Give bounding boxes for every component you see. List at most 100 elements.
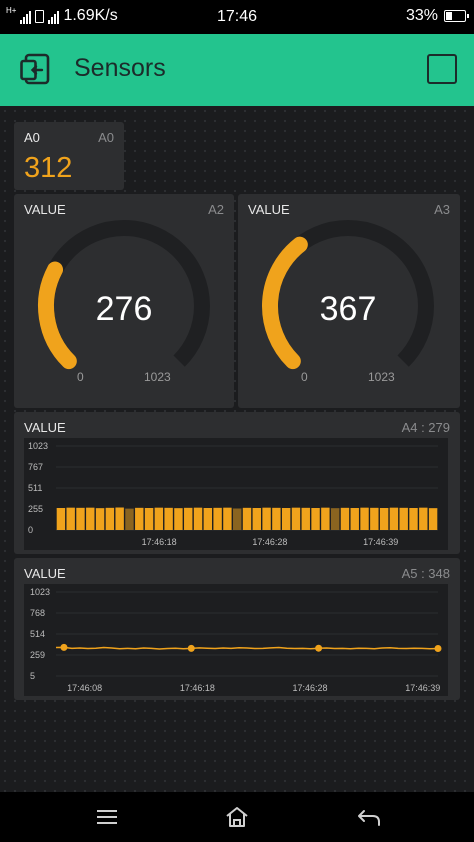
x-tick-label: 17:46:18 <box>142 537 177 547</box>
bar <box>272 507 281 530</box>
menu-button[interactable] <box>94 805 120 829</box>
widget-label: VALUE <box>24 566 66 581</box>
bar <box>174 508 183 530</box>
data-point <box>60 643 68 651</box>
y-tick-label: 767 <box>28 462 43 472</box>
x-tick-label: 17:46:39 <box>405 683 440 693</box>
status-time: 17:46 <box>216 8 258 25</box>
x-tick-label: 17:46:39 <box>363 537 398 547</box>
y-tick-label: 514 <box>30 629 45 639</box>
chart-area: 1023 767 511 255 0 17:46:18 17:46:28 17:46:39 <box>24 438 448 550</box>
y-tick-label: 768 <box>30 608 45 618</box>
bar <box>223 507 232 530</box>
gauge-value: 276 <box>95 290 153 328</box>
bar <box>115 507 124 530</box>
status-bar: H+ 1.69K/s 17:46 33% <box>0 0 474 34</box>
bar <box>144 507 154 530</box>
bar <box>262 507 271 530</box>
home-button[interactable] <box>224 805 250 829</box>
gauge-max: 1023 <box>144 370 171 384</box>
bar <box>56 507 66 530</box>
gauge-min: 0 <box>301 370 308 384</box>
bar <box>370 507 379 530</box>
x-tick-label: 17:46:28 <box>293 683 328 693</box>
x-tick-label: 17:46:28 <box>252 537 287 547</box>
bar <box>389 507 399 530</box>
widget-label: A0 <box>24 130 40 145</box>
bar <box>193 507 203 530</box>
bar <box>213 507 222 530</box>
play-stop-button[interactable] <box>427 54 457 84</box>
bar <box>409 507 418 530</box>
series-line <box>55 646 439 650</box>
y-tick-label: 5 <box>30 671 35 681</box>
bar <box>428 508 438 530</box>
bar <box>135 507 144 530</box>
bar <box>66 507 75 530</box>
bar <box>233 508 242 530</box>
widget-pin: A5 : 348 <box>401 566 450 581</box>
gauge-min: 0 <box>77 370 84 384</box>
data-point <box>187 644 195 652</box>
widget-label: VALUE <box>24 420 66 435</box>
bar <box>252 507 261 530</box>
bar <box>301 507 310 530</box>
bar <box>360 507 369 530</box>
bar <box>203 507 213 530</box>
bar <box>321 507 330 530</box>
data-point <box>315 644 323 652</box>
widget-pin: A4 : 279 <box>401 420 450 435</box>
gauge-max: 1023 <box>368 370 395 384</box>
gauge-widget[interactable]: VALUE A3 367 0 1023 <box>238 194 460 408</box>
bar <box>291 507 301 530</box>
widget-pin: A0 <box>98 130 114 145</box>
bar <box>154 507 164 530</box>
y-tick-label: 1023 <box>28 441 48 451</box>
y-tick-label: 0 <box>28 525 33 535</box>
battery-percent: 33% <box>405 7 438 24</box>
bar <box>340 507 350 530</box>
line-chart: 1023 768 514 259 5 17:46:08 17:46:18 17:46:28 17… <box>30 587 442 693</box>
battery-icon <box>444 10 469 22</box>
bar <box>164 507 173 530</box>
bar <box>86 507 95 530</box>
back-button[interactable] <box>356 805 382 829</box>
system-nav-bar <box>0 792 474 842</box>
app-header: Sensors <box>0 34 474 106</box>
bar <box>105 507 115 530</box>
gauge-value: 367 <box>319 290 377 328</box>
data-point <box>434 645 442 653</box>
x-tick-label: 17:46:18 <box>180 683 215 693</box>
bar <box>350 507 359 530</box>
y-tick-label: 1023 <box>30 587 50 597</box>
bar <box>281 507 291 530</box>
bar <box>399 507 408 530</box>
bar-chart: 1023 767 511 255 0 17:46:18 17:46:28 17:46:39 <box>28 441 438 547</box>
menu-icon <box>97 810 117 824</box>
y-tick-label: 255 <box>28 504 43 514</box>
bar <box>242 507 252 530</box>
line-chart-widget[interactable]: VALUE A5 : 348 1023 768 514 259 5 17:46:08 17:… <box>14 558 460 700</box>
bar <box>419 507 428 530</box>
bar <box>95 508 105 530</box>
back-arrow-icon <box>358 810 380 826</box>
back-to-projects-button[interactable] <box>20 53 54 87</box>
gauge-widget[interactable]: VALUE A2 276 0 1023 <box>14 194 234 408</box>
home-icon <box>226 807 248 827</box>
page-title: Sensors <box>74 54 166 82</box>
bar <box>379 507 389 530</box>
bar <box>311 507 320 530</box>
bar-chart-widget[interactable]: VALUE A4 : 279 1023 767 511 255 0 17:46:18 17:… <box>14 412 460 554</box>
value-display-widget[interactable]: A0 A0 312 <box>14 122 124 190</box>
exit-project-icon <box>20 53 50 85</box>
chart-area: 1023 768 514 259 5 17:46:08 17:46:18 17:46:28 17… <box>24 584 448 696</box>
bar <box>76 507 85 530</box>
y-tick-label: 259 <box>30 650 45 660</box>
x-tick-label: 17:46:08 <box>67 683 102 693</box>
bar <box>184 507 193 530</box>
y-tick-label: 511 <box>28 483 42 493</box>
dashboard-canvas: A0 A0 312 VALUE A2 276 0 1023 VALUE A3 3… <box>0 106 474 792</box>
bar <box>330 508 340 530</box>
status-right: 33% <box>405 7 469 25</box>
display-value: 312 <box>24 152 73 184</box>
